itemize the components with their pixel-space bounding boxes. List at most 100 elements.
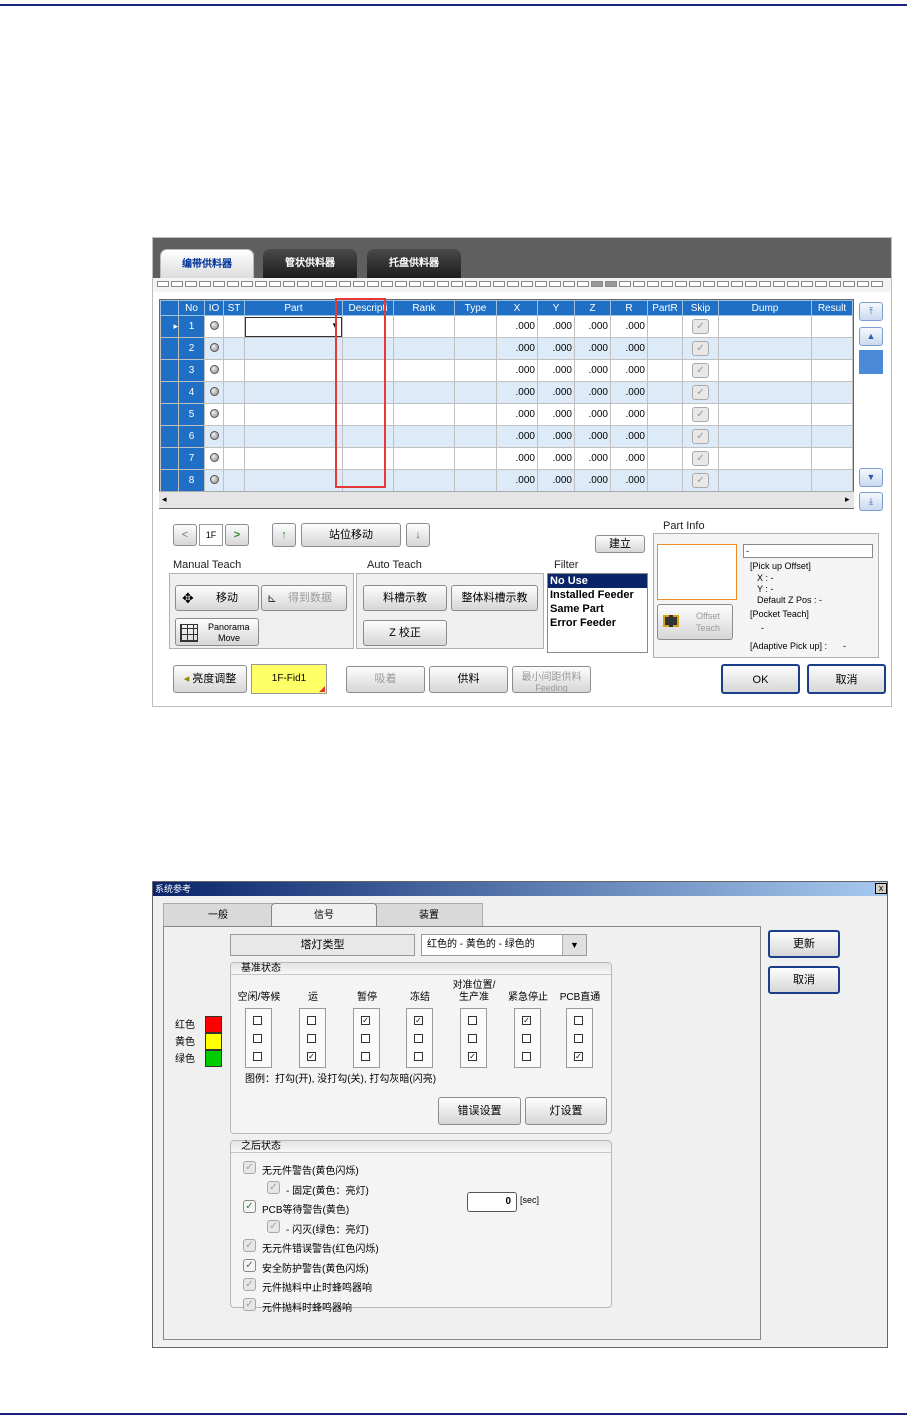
table-row[interactable]: 6.000.000.000.000 ✓ <box>160 425 853 448</box>
r-cell[interactable]: .000 <box>610 315 648 338</box>
io-cell[interactable] <box>204 337 224 360</box>
state-checkbox[interactable]: ✓ <box>307 1052 316 1061</box>
update-button[interactable]: 更新 <box>768 930 840 958</box>
feeder-slot[interactable] <box>703 281 715 287</box>
feeder-slot[interactable] <box>773 281 785 287</box>
feeder-slot[interactable] <box>269 281 281 287</box>
option-checkbox[interactable]: ✓ <box>243 1297 256 1311</box>
part-cell[interactable] <box>244 425 343 448</box>
dump-cell[interactable] <box>718 447 812 470</box>
get-data-button[interactable]: ⊾ 得到数据 <box>261 585 347 611</box>
feeder-slot[interactable] <box>591 281 603 287</box>
skip-cell[interactable]: ✓ <box>682 403 719 426</box>
skip-checkbox[interactable]: ✓ <box>692 407 709 422</box>
type-cell[interactable] <box>454 359 497 382</box>
filter-option[interactable]: No Use <box>548 574 647 588</box>
tab-stick-feeder[interactable]: 管状供料器 <box>263 249 357 278</box>
state-checkbox[interactable] <box>414 1052 423 1061</box>
rank-cell[interactable] <box>393 447 455 470</box>
col-partr[interactable]: PartR <box>647 300 683 316</box>
x-cell[interactable]: .000 <box>496 403 538 426</box>
type-cell[interactable] <box>454 337 497 360</box>
z-cell[interactable]: .000 <box>574 403 611 426</box>
feeder-slot[interactable] <box>465 281 477 287</box>
col-no[interactable]: No <box>178 300 205 316</box>
type-cell[interactable] <box>454 403 497 426</box>
fiducial-selector[interactable]: 1F-Fid1 <box>251 664 327 694</box>
part-cell[interactable] <box>244 403 343 426</box>
tower-type-select[interactable]: 红色的 - 黄色的 - 绿色的 ▼ <box>421 934 587 956</box>
st-cell[interactable] <box>223 315 245 338</box>
r-cell[interactable]: .000 <box>610 469 648 492</box>
part-dropdown[interactable]: ▼ <box>245 316 342 337</box>
feeder-slot[interactable] <box>843 281 855 287</box>
feeder-slot[interactable] <box>647 281 659 287</box>
col-x[interactable]: X <box>496 300 538 316</box>
feeder-slot[interactable] <box>395 281 407 287</box>
no-cell[interactable]: 8 <box>178 469 205 492</box>
feeder-slot[interactable] <box>829 281 841 287</box>
state-checkbox[interactable] <box>574 1016 583 1025</box>
feeder-slot[interactable] <box>521 281 533 287</box>
feeder-slot[interactable] <box>717 281 729 287</box>
dump-cell[interactable] <box>718 315 812 338</box>
slot-teach-button[interactable]: 料槽示教 <box>363 585 447 611</box>
feeder-slot[interactable] <box>675 281 687 287</box>
error-settings-button[interactable]: 错误设置 <box>438 1097 521 1125</box>
io-cell[interactable] <box>204 359 224 382</box>
scroll-thumb[interactable] <box>859 350 883 374</box>
result-cell[interactable] <box>811 337 853 360</box>
state-checkbox[interactable] <box>574 1034 583 1043</box>
x-cell[interactable]: .000 <box>496 337 538 360</box>
result-cell[interactable] <box>811 359 853 382</box>
y-cell[interactable]: .000 <box>537 447 575 470</box>
st-cell[interactable] <box>223 403 245 426</box>
feeder-slot[interactable] <box>535 281 547 287</box>
io-cell[interactable] <box>204 315 224 338</box>
state-checkbox[interactable]: ✓ <box>414 1016 423 1025</box>
feeder-slot[interactable] <box>549 281 561 287</box>
partr-cell[interactable] <box>647 469 683 492</box>
result-cell[interactable] <box>811 403 853 426</box>
table-row[interactable]: 2.000.000.000.000 ✓ <box>160 337 853 360</box>
st-cell[interactable] <box>223 469 245 492</box>
type-cell[interactable] <box>454 381 497 404</box>
z-cell[interactable]: .000 <box>574 447 611 470</box>
x-cell[interactable]: .000 <box>496 447 538 470</box>
dump-cell[interactable] <box>718 337 812 360</box>
result-cell[interactable] <box>811 425 853 448</box>
dump-cell[interactable] <box>718 403 812 426</box>
part-cell[interactable] <box>244 337 343 360</box>
option-checkbox[interactable]: ✓ <box>243 1278 256 1291</box>
part-cell[interactable] <box>244 381 343 404</box>
part-cell[interactable]: ▼ <box>244 315 343 338</box>
skip-cell[interactable]: ✓ <box>682 447 719 470</box>
col-z[interactable]: Z <box>574 300 611 316</box>
part-cell[interactable] <box>244 359 343 382</box>
skip-checkbox[interactable]: ✓ <box>692 429 709 444</box>
skip-cell[interactable]: ✓ <box>682 337 719 360</box>
result-cell[interactable] <box>811 447 853 470</box>
skip-checkbox[interactable]: ✓ <box>692 473 709 488</box>
st-cell[interactable] <box>223 359 245 382</box>
table-row[interactable]: 4.000.000.000.000 ✓ <box>160 381 853 404</box>
table-row[interactable]: 7.000.000.000.000 ✓ <box>160 447 853 470</box>
feeder-slot[interactable] <box>745 281 757 287</box>
col-type[interactable]: Type <box>454 300 497 316</box>
rank-cell[interactable] <box>393 337 455 360</box>
prev-button[interactable]: < <box>173 524 197 546</box>
all-slot-teach-button[interactable]: 整体料槽示教 <box>451 585 538 611</box>
tab-general[interactable]: 一般 <box>163 903 273 926</box>
feeder-slot[interactable] <box>633 281 645 287</box>
rank-cell[interactable] <box>393 381 455 404</box>
move-button[interactable]: ✥ 移动 <box>175 585 259 611</box>
state-checkbox[interactable]: ✓ <box>522 1016 531 1025</box>
skip-checkbox[interactable]: ✓ <box>692 385 709 400</box>
z-cell[interactable]: .000 <box>574 469 611 492</box>
state-checkbox[interactable] <box>522 1034 531 1043</box>
scroll-bottom-button[interactable]: ⤓ <box>859 492 883 511</box>
z-cell[interactable]: .000 <box>574 381 611 404</box>
col-part[interactable]: Part <box>244 300 343 316</box>
y-cell[interactable]: .000 <box>537 337 575 360</box>
z-cell[interactable]: .000 <box>574 315 611 338</box>
